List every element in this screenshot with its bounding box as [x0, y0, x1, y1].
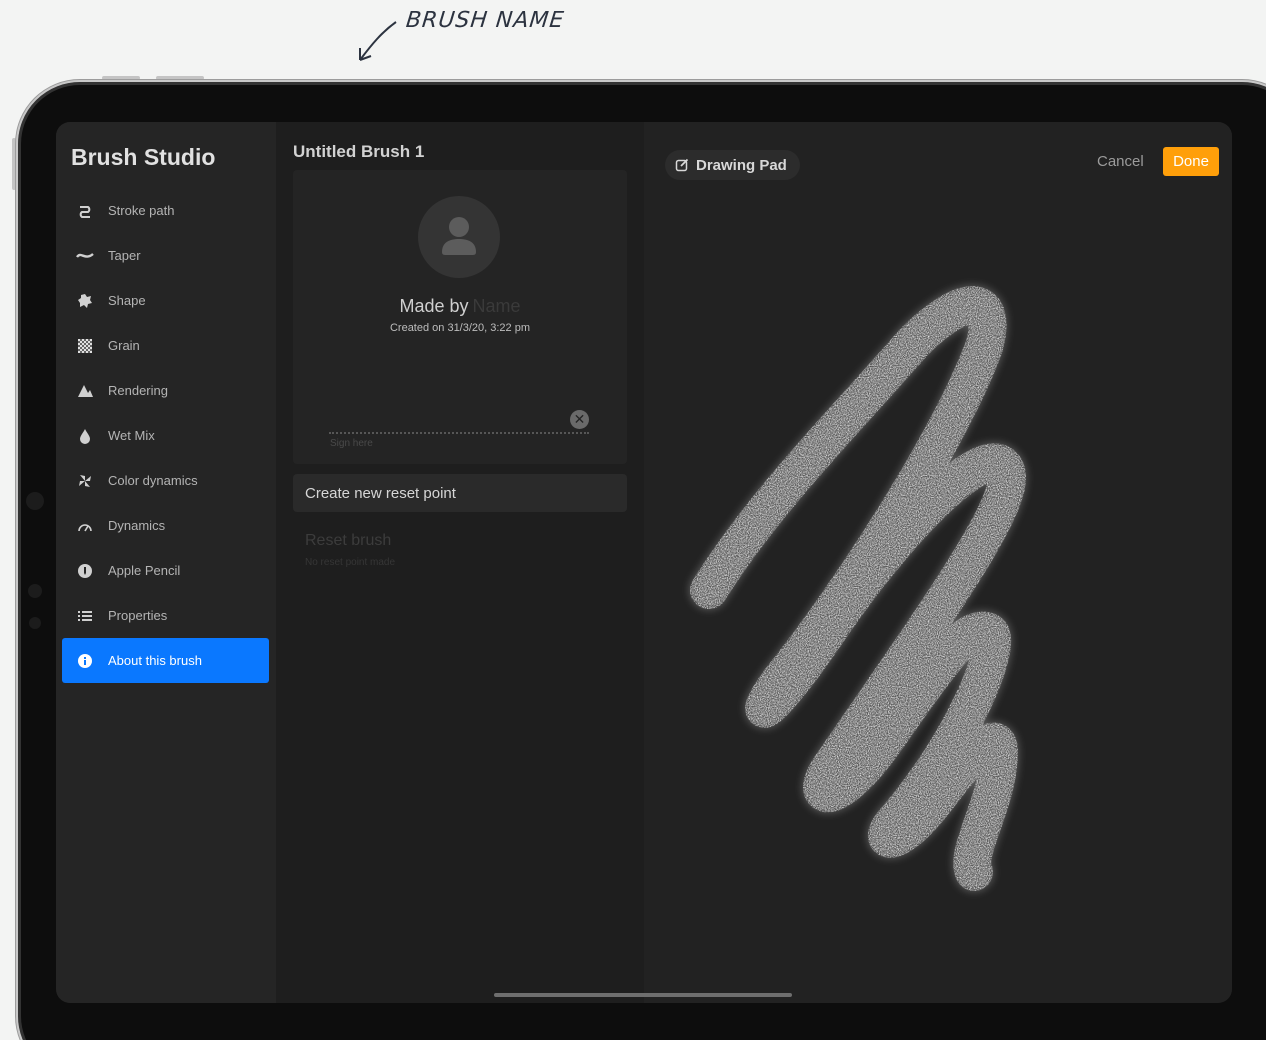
home-indicator[interactable] [494, 993, 792, 997]
brush-name[interactable]: Untitled Brush 1 [293, 142, 424, 162]
author-name-field[interactable]: Name [473, 296, 521, 316]
annotation-arrow-icon [359, 21, 397, 61]
sidebar-item-label: Stroke path [108, 203, 175, 218]
sidebar-item-stroke-path[interactable]: Stroke path [62, 188, 269, 233]
create-reset-point-button[interactable]: Create new reset point [293, 474, 627, 512]
info-icon [76, 652, 94, 670]
sidebar-item-apple-pencil[interactable]: Apple Pencil [62, 548, 269, 593]
sidebar: Brush Studio Stroke path Taper Shape Gra… [56, 122, 276, 1003]
reset-brush-subtitle: No reset point made [305, 557, 396, 568]
shape-icon [76, 292, 94, 310]
sidebar-item-label: Color dynamics [108, 473, 198, 488]
rendering-icon [76, 382, 94, 400]
sidebar-item-label: Properties [108, 608, 168, 623]
taper-icon [76, 247, 94, 265]
sensor-icon [28, 584, 42, 598]
sidebar-item-label: Rendering [108, 383, 168, 398]
drawing-pad-canvas[interactable]: Drawing Pad Cancel Done [644, 122, 1232, 1003]
color-dynamics-icon [76, 472, 94, 490]
sidebar-item-properties[interactable]: Properties [62, 593, 269, 638]
camera-icon [26, 492, 44, 510]
sidebar-item-taper[interactable]: Taper [62, 233, 269, 278]
about-panel: Untitled Brush 1 Made by Name Created on … [276, 122, 644, 1003]
sidebar-item-grain[interactable]: Grain [62, 323, 269, 368]
edit-icon [675, 158, 689, 172]
sidebar-item-label: About this brush [108, 653, 202, 668]
sidebar-item-rendering[interactable]: Rendering [62, 368, 269, 413]
sidebar-item-label: Dynamics [108, 518, 166, 533]
sidebar-item-shape[interactable]: Shape [62, 278, 269, 323]
sidebar-item-label: Grain [108, 338, 140, 353]
author-card: Made by Name Created on 31/3/20, 3:22 pm … [293, 170, 627, 464]
avatar[interactable] [418, 196, 500, 278]
clear-signature-icon[interactable]: ✕ [570, 410, 589, 429]
reset-brush-button[interactable]: Reset brush [305, 532, 391, 550]
sidebar-item-about-this-brush[interactable]: About this brush [62, 638, 269, 683]
drawing-pad-label: Drawing Pad [696, 156, 787, 174]
wet-mix-icon [76, 427, 94, 445]
signature-hint: Sign here [330, 438, 373, 449]
cancel-button[interactable]: Cancel [1097, 153, 1144, 170]
sidebar-item-label: Apple Pencil [108, 563, 181, 578]
sidebar-item-label: Wet Mix [108, 428, 155, 443]
sidebar-item-label: Taper [108, 248, 141, 263]
person-icon [442, 217, 476, 255]
properties-icon [76, 607, 94, 625]
grain-icon [76, 337, 94, 355]
signature-field[interactable] [329, 432, 589, 434]
created-date: Created on 31/3/20, 3:22 pm [389, 322, 531, 334]
done-button[interactable]: Done [1163, 147, 1219, 176]
apple-pencil-icon [76, 562, 94, 580]
sidebar-item-dynamics[interactable]: Dynamics [62, 503, 269, 548]
drawing-pad-button[interactable]: Drawing Pad [665, 150, 800, 180]
sidebar-item-color-dynamics[interactable]: Color dynamics [62, 458, 269, 503]
annotation-label: BRUSH NAME [404, 8, 566, 33]
dynamics-icon [76, 517, 94, 535]
sidebar-nav: Stroke path Taper Shape Grain Rendering … [62, 188, 269, 683]
app-title: Brush Studio [71, 144, 216, 170]
made-by-line: Made by Name [293, 296, 627, 317]
stroke-path-icon [76, 202, 94, 220]
sidebar-item-wet-mix[interactable]: Wet Mix [62, 413, 269, 458]
sidebar-item-label: Shape [108, 293, 146, 308]
app-screen: Brush Studio Stroke path Taper Shape Gra… [56, 122, 1232, 1003]
made-by-label: Made by [399, 296, 469, 316]
brush-stroke-preview [689, 285, 1027, 892]
sensor-icon [29, 617, 41, 629]
